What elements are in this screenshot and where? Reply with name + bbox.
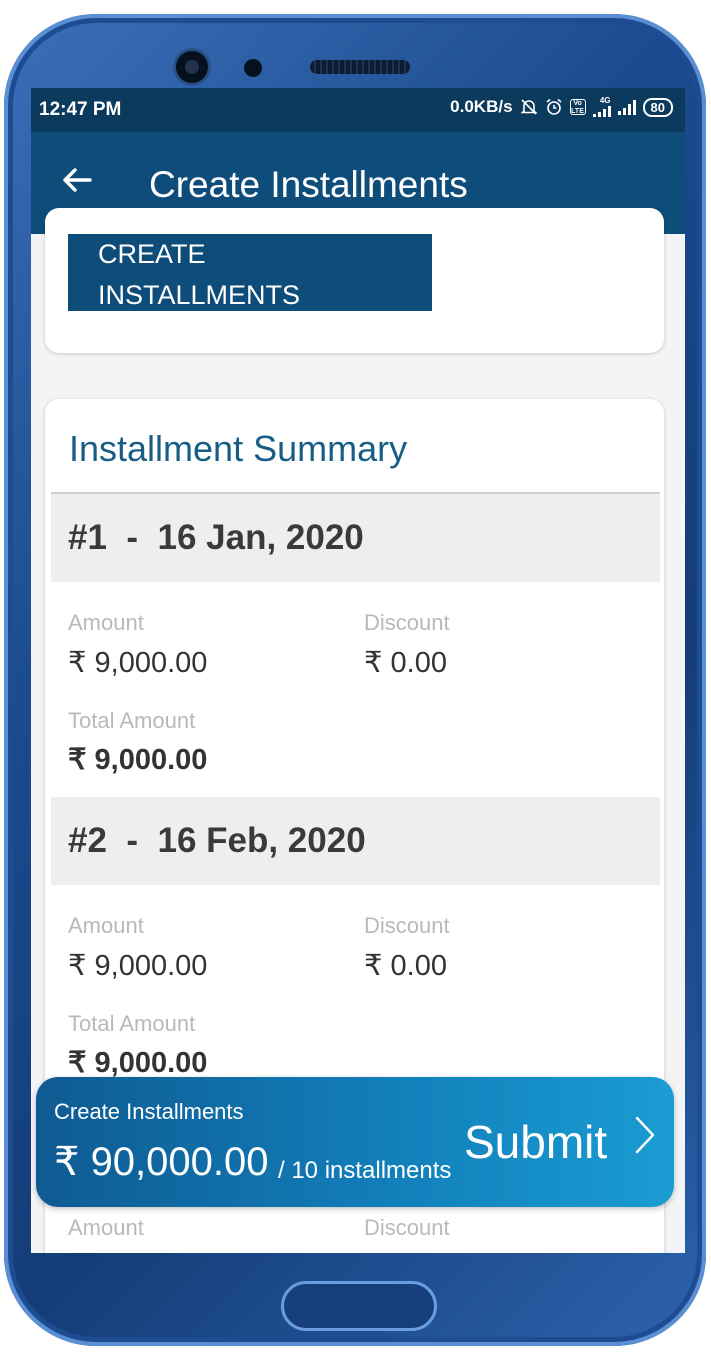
submit-bar[interactable]: Create Installments ₹ 90,000.00 / 10 ins…: [36, 1077, 674, 1207]
network-type: 4G: [599, 96, 611, 105]
discount-value: ₹ 0.00: [364, 950, 447, 982]
installment-count: / 10 installments: [278, 1157, 452, 1184]
home-button[interactable]: [281, 1281, 437, 1331]
discount-label: Discount: [364, 610, 450, 635]
discount-value: ₹ 0.00: [364, 647, 447, 679]
total-amount-label: Total Amount: [68, 708, 196, 733]
status-icons: 0.0KB/s Vo LTE 4G 80: [450, 97, 673, 117]
submit-bar-caption: Create Installments: [54, 1099, 244, 1124]
front-camera: [176, 51, 208, 83]
create-installments-button[interactable]: CREATE INSTALLMENTS: [68, 234, 432, 311]
create-button-line2: INSTALLMENTS: [98, 280, 301, 310]
alarm-icon: [545, 98, 563, 116]
battery-indicator: 80: [642, 97, 673, 117]
installment-header: #2 - 16 Feb, 2020: [51, 797, 660, 885]
discount-label: Discount: [364, 913, 450, 938]
amount-label: Amount: [68, 610, 144, 635]
installment-header: #1 - 16 Jan, 2020: [51, 494, 660, 582]
summary-title: Installment Summary: [69, 428, 408, 469]
submit-button[interactable]: Submit: [464, 1115, 607, 1169]
volte-icon: Vo LTE: [569, 99, 586, 115]
status-bar: 12:47 PM 0.0KB/s Vo LTE 4G 80: [31, 88, 685, 132]
installment-header-text: #2 - 16 Feb, 2020: [68, 821, 366, 860]
earpiece-speaker: [310, 60, 410, 74]
total-amount-label: Total Amount: [68, 1011, 196, 1036]
amount-value: ₹ 9,000.00: [68, 647, 208, 679]
amount-label: Amount: [68, 1215, 144, 1240]
signal-strength-icon: [617, 99, 636, 115]
amount-value: ₹ 9,000.00: [68, 950, 208, 982]
create-button-line1: CREATE: [98, 239, 206, 269]
installment-header-text: #1 - 16 Jan, 2020: [68, 518, 364, 557]
page-title: Create Installments: [149, 164, 468, 205]
proximity-sensor: [244, 59, 262, 77]
status-time: 12:47 PM: [39, 99, 122, 120]
back-arrow-icon[interactable]: [59, 162, 95, 198]
total-amount-value: ₹ 9,000.00: [68, 744, 208, 776]
mute-notifications-icon: [520, 98, 538, 116]
chevron-right-icon[interactable]: [634, 1115, 656, 1155]
network-speed: 0.0KB/s: [450, 97, 513, 116]
grand-total-amount: ₹ 90,000.00: [54, 1140, 269, 1184]
signal-4g-icon: 4G: [592, 96, 611, 117]
discount-label: Discount: [364, 1215, 450, 1240]
total-amount-value: ₹ 9,000.00: [68, 1047, 208, 1079]
amount-label: Amount: [68, 913, 144, 938]
